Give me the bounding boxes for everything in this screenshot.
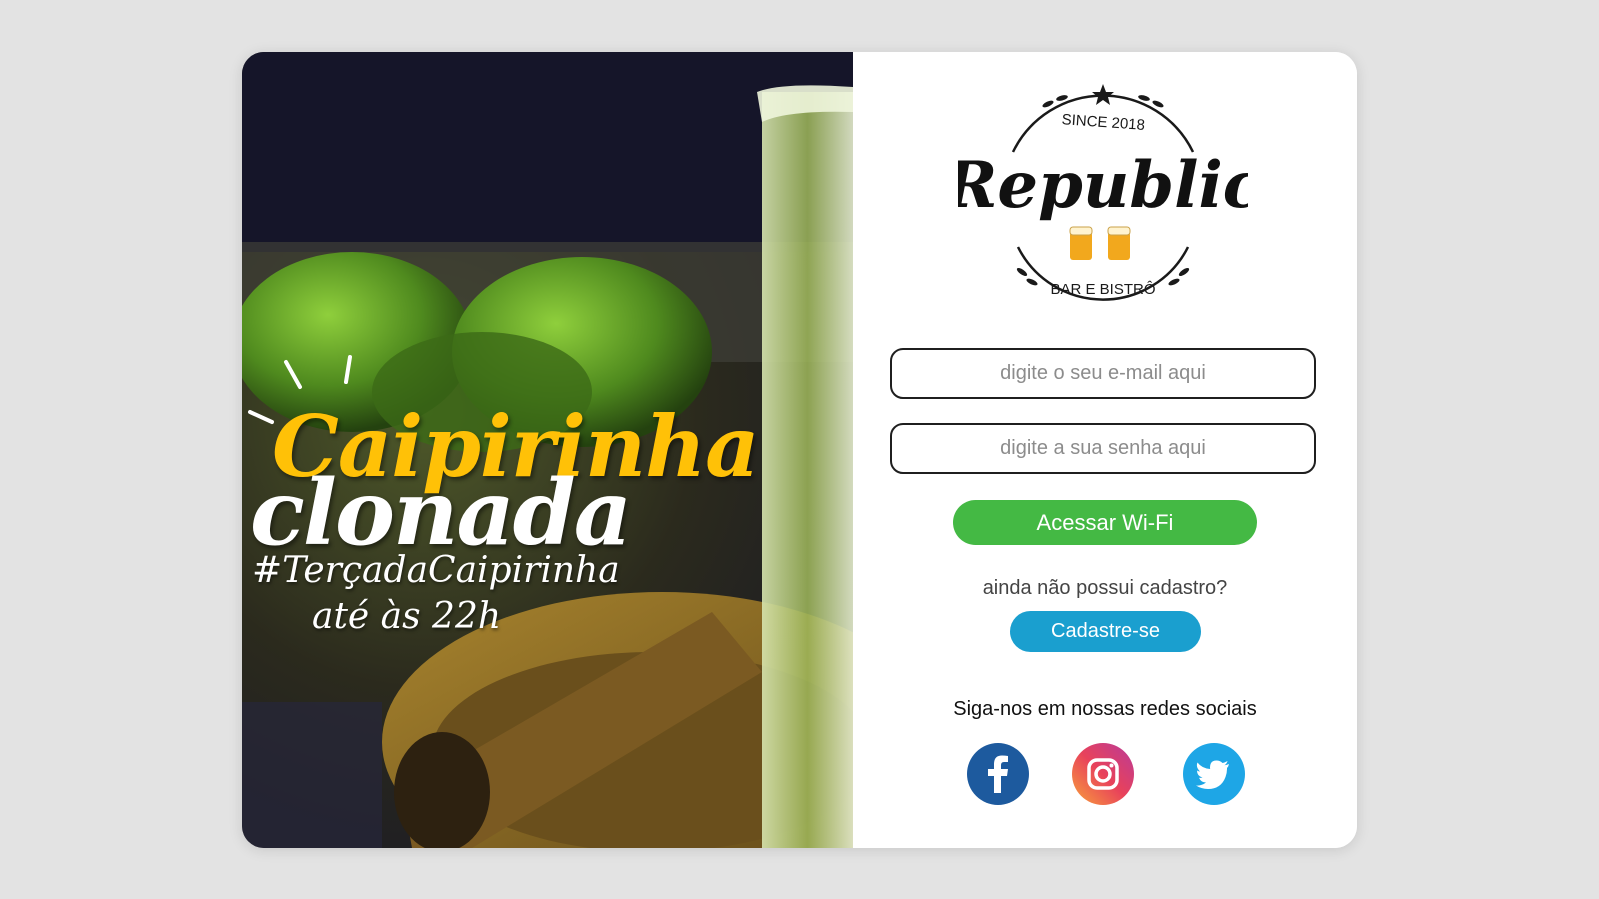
republic-logo: SINCE 2018 Republic BAR E BISTRÔ [958,84,1248,301]
twitter-icon [1196,760,1229,789]
promo-time: até às 22h [312,596,502,637]
promo-banner: Caipirinha clonada #TerçadaCaipirinha at… [242,52,853,848]
signup-button[interactable]: Cadastre-se [1010,611,1201,652]
logo-subtitle: BAR E BISTRÔ [1050,281,1155,298]
login-card: Caipirinha clonada #TerçadaCaipirinha at… [242,52,1357,848]
instagram-link[interactable] [1072,743,1134,805]
logo-since: SINCE 2018 [1061,111,1145,134]
login-panel: SINCE 2018 Republic BAR E BISTRÔ Acessar… [853,52,1357,848]
twitter-link[interactable] [1183,743,1245,805]
social-title: Siga-nos em nossas redes sociais [953,698,1257,720]
facebook-icon [988,755,1008,793]
signup-question: ainda não possui cadastro? [982,577,1228,599]
facebook-link[interactable] [967,743,1029,805]
password-input[interactable] [890,423,1316,474]
logo-brand: Republic [958,148,1248,223]
beer-mugs-icon [1069,226,1131,260]
email-input[interactable] [890,348,1316,399]
promo-hashtag: #TerçadaCaipirinha [252,550,620,591]
instagram-icon [1087,758,1119,790]
access-wifi-button[interactable]: Acessar Wi-Fi [953,500,1257,545]
